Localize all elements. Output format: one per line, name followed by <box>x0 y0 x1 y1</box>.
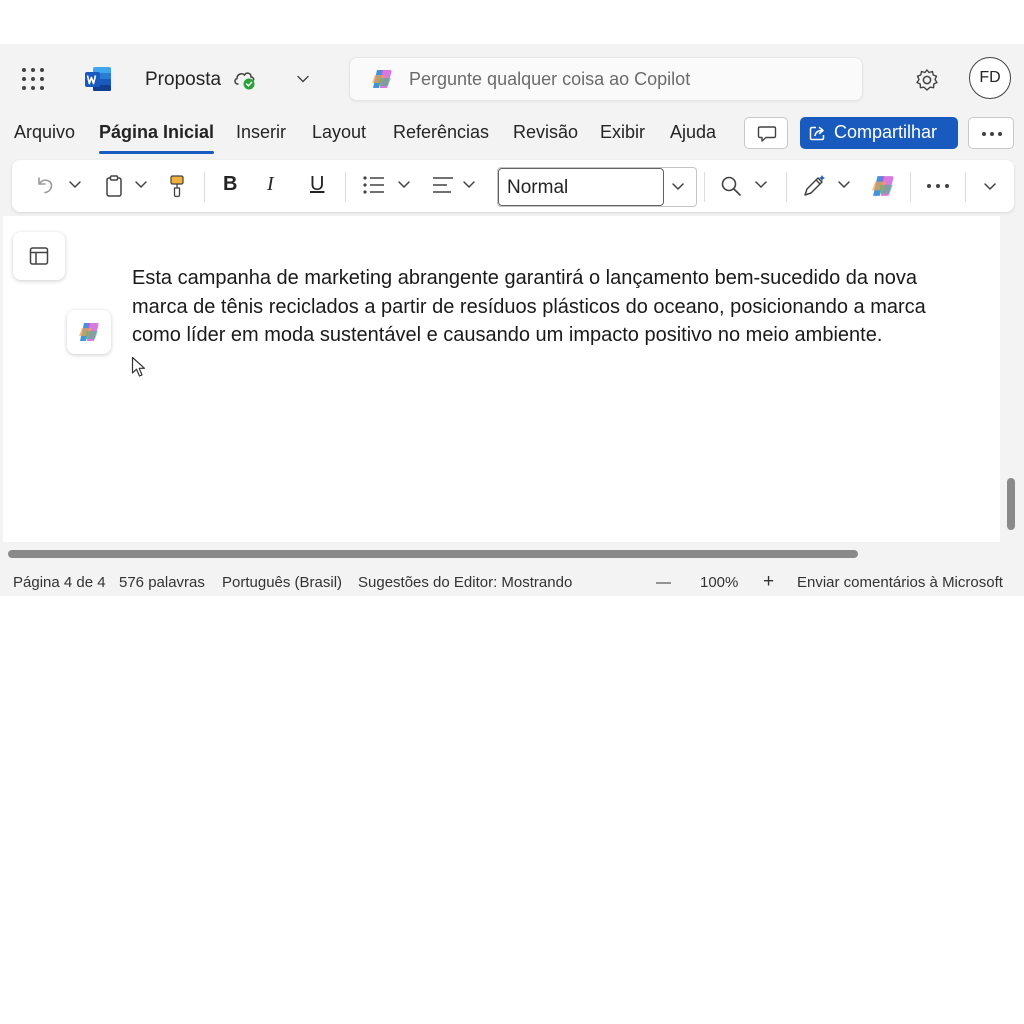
feedback-link[interactable]: Enviar comentários à Microsoft <box>797 574 1003 591</box>
navigation-pane-icon <box>29 247 49 265</box>
word-window: Proposta Pergunte qualquer coisa ao Copi… <box>0 44 1024 596</box>
style-value: Normal <box>507 177 569 198</box>
ribbon-tabs: Arquivo Página Inicial Inserir Layout Re… <box>0 116 1024 156</box>
document-title[interactable]: Proposta <box>145 69 221 91</box>
separator <box>965 172 966 202</box>
horizontal-scrollbar[interactable] <box>8 550 858 558</box>
undo-dropdown-icon[interactable] <box>68 180 82 190</box>
chevron-down-icon[interactable] <box>671 182 685 192</box>
comments-button[interactable] <box>744 117 788 149</box>
align-left-icon[interactable] <box>431 175 455 195</box>
copilot-icon <box>79 323 99 341</box>
avatar[interactable]: FD <box>969 57 1011 99</box>
chevron-down-icon[interactable] <box>296 72 310 86</box>
italic-button[interactable]: I <box>267 173 274 196</box>
search-placeholder: Pergunte qualquer coisa ao Copilot <box>409 69 691 89</box>
bold-button[interactable]: B <box>223 173 237 196</box>
bullet-dropdown-icon[interactable] <box>397 180 411 190</box>
tab-ajuda[interactable]: Ajuda <box>670 122 716 152</box>
share-label: Compartilhar <box>834 122 938 142</box>
tab-exibir[interactable]: Exibir <box>600 122 645 152</box>
gear-icon[interactable] <box>914 67 940 93</box>
separator <box>204 172 205 202</box>
underline-button[interactable]: U <box>310 173 324 196</box>
document-canvas[interactable]: Esta campanha de marketing abrangente ga… <box>3 216 1000 542</box>
editor-suggestions-status[interactable]: Sugestões do Editor: Mostrando <box>358 574 572 591</box>
copilot-icon <box>372 70 392 88</box>
app-launcher-icon[interactable] <box>22 68 44 90</box>
ribbon-toolbar: B I U Normal <box>12 160 1014 212</box>
pen-dropdown-icon[interactable] <box>837 180 851 190</box>
language-status[interactable]: Português (Brasil) <box>222 574 342 591</box>
document-paragraph[interactable]: Esta campanha de marketing abrangente ga… <box>132 264 964 350</box>
copilot-icon[interactable] <box>870 175 896 197</box>
navigation-pane-button[interactable] <box>13 232 65 280</box>
find-dropdown-icon[interactable] <box>754 180 768 190</box>
tab-layout[interactable]: Layout <box>312 122 366 152</box>
separator <box>345 172 346 202</box>
tab-inserir[interactable]: Inserir <box>236 122 286 152</box>
zoom-in-button[interactable]: + <box>763 571 774 593</box>
bullet-list-icon[interactable] <box>362 175 386 195</box>
separator <box>786 172 787 202</box>
undo-icon[interactable] <box>34 174 56 196</box>
zoom-level[interactable]: 100% <box>700 574 738 591</box>
zoom-out-button[interactable]: — <box>656 574 671 591</box>
dictate-pen-icon[interactable] <box>801 173 827 199</box>
copilot-float-button[interactable] <box>67 310 111 354</box>
style-selector[interactable]: Normal <box>497 167 697 207</box>
tab-arquivo[interactable]: Arquivo <box>14 122 75 152</box>
tab-referencias[interactable]: Referências <box>393 122 489 152</box>
word-count[interactable]: 576 palavras <box>119 574 205 591</box>
separator <box>704 172 705 202</box>
mouse-pointer-icon <box>131 356 146 377</box>
more-options-button[interactable] <box>968 117 1014 149</box>
separator <box>910 172 911 202</box>
style-field[interactable]: Normal <box>498 168 664 206</box>
align-dropdown-icon[interactable] <box>462 180 476 190</box>
status-bar: Página 4 de 4 576 palavras Português (Br… <box>0 571 1024 596</box>
word-icon[interactable] <box>84 66 112 92</box>
tab-revisao[interactable]: Revisão <box>513 122 578 152</box>
comment-icon <box>757 126 777 142</box>
vertical-scrollbar[interactable] <box>1007 478 1015 530</box>
paste-icon[interactable] <box>104 174 124 198</box>
more-icon[interactable] <box>926 183 950 189</box>
paste-dropdown-icon[interactable] <box>134 180 148 190</box>
more-icon <box>982 132 1002 136</box>
search-icon[interactable] <box>720 175 742 197</box>
cloud-check-icon[interactable] <box>232 67 258 91</box>
share-button[interactable]: Compartilhar <box>800 117 958 149</box>
title-bar: Proposta Pergunte qualquer coisa ao Copi… <box>0 44 1024 116</box>
share-icon <box>809 126 825 141</box>
copilot-search-input[interactable]: Pergunte qualquer coisa ao Copilot <box>349 57 863 101</box>
tab-pagina-inicial[interactable]: Página Inicial <box>99 122 215 154</box>
expand-ribbon-icon[interactable] <box>983 182 997 192</box>
page-count[interactable]: Página 4 de 4 <box>13 574 106 591</box>
format-painter-icon[interactable] <box>168 174 186 198</box>
